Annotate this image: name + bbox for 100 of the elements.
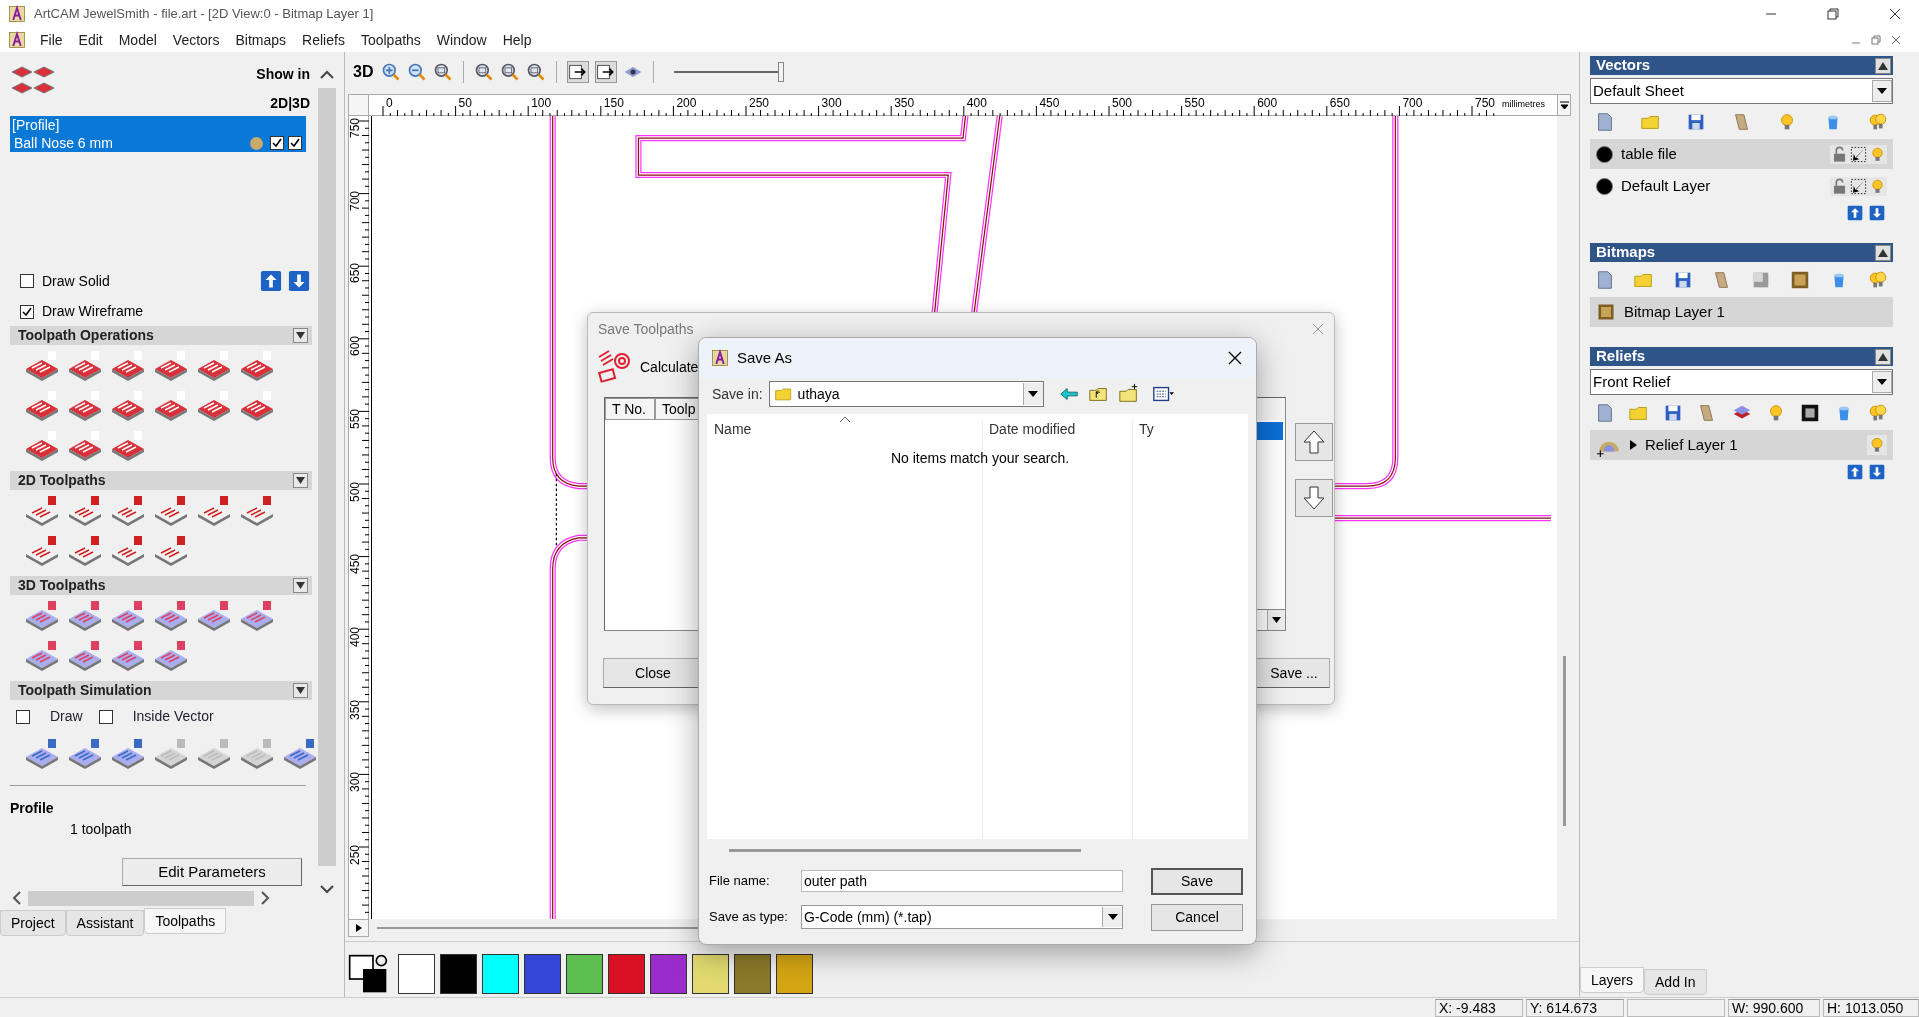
save-button[interactable]: Save (1151, 867, 1243, 895)
restore-icon[interactable] (1871, 35, 1881, 45)
move-down-icon[interactable] (1869, 205, 1885, 221)
menu-item[interactable]: Toolpaths (352, 29, 429, 51)
block-icon[interactable] (153, 534, 189, 566)
layer-item[interactable]: Default Layer (1590, 171, 1893, 201)
block-icon[interactable] (67, 599, 103, 631)
block-icon[interactable] (110, 599, 146, 631)
block-icon[interactable] (110, 349, 146, 381)
select-icon[interactable] (1849, 144, 1868, 164)
block-icon[interactable] (67, 389, 103, 421)
panel-tab[interactable]: Assistant (65, 910, 145, 936)
block-icon[interactable] (110, 639, 146, 671)
block-icon[interactable] (196, 389, 232, 421)
zoom-slider[interactable] (674, 61, 785, 83)
zoom-all-icon[interactable] (526, 62, 547, 82)
checkbox[interactable] (98, 709, 113, 724)
swap-colors-icon[interactable] (348, 953, 388, 994)
block-icon[interactable] (110, 494, 146, 526)
block-icon[interactable] (67, 639, 103, 671)
sheet-dropdown[interactable]: Front Relief (1590, 369, 1893, 395)
collapse-icon[interactable] (1875, 348, 1891, 365)
block-icon[interactable] (153, 389, 189, 421)
collapse-icon[interactable] (1875, 244, 1891, 261)
section-header[interactable]: Toolpath Operations (10, 326, 312, 345)
scrollbar-thumb[interactable] (28, 890, 254, 906)
menu-item[interactable]: Window (428, 29, 495, 51)
move-up-button[interactable] (1295, 423, 1333, 461)
collapse-icon[interactable] (293, 578, 308, 593)
color-swatch[interactable] (776, 953, 813, 994)
block-icon[interactable] (24, 599, 60, 631)
move-down-button[interactable] (1295, 479, 1333, 517)
panel-tab[interactable]: Layers (1580, 967, 1645, 993)
block-icon[interactable] (24, 639, 60, 671)
move-up-icon[interactable] (260, 270, 282, 292)
checkbox[interactable] (20, 274, 34, 288)
close-icon[interactable] (1889, 8, 1901, 20)
picture-icon[interactable] (1789, 269, 1811, 291)
block-icon[interactable] (24, 349, 60, 381)
scrollbar-thumb[interactable] (1562, 656, 1566, 826)
menu-item[interactable]: Reliefs (294, 29, 353, 51)
scrollbar-thumb[interactable] (318, 88, 336, 866)
move-up-icon[interactable] (1847, 464, 1863, 480)
block-icon[interactable] (67, 429, 103, 461)
block-icon[interactable] (67, 737, 103, 769)
color-swatch[interactable] (440, 953, 477, 994)
checkbox[interactable] (270, 136, 284, 150)
block-icon[interactable] (24, 737, 60, 769)
block-icon[interactable] (239, 389, 275, 421)
block-icon[interactable] (196, 737, 232, 769)
layer-item[interactable]: table file (1590, 139, 1893, 169)
section-header[interactable]: 2D Toolpaths (10, 471, 312, 490)
color-swatch[interactable] (734, 953, 771, 994)
section-header[interactable]: 3D Toolpaths (10, 576, 312, 595)
block-icon[interactable] (67, 534, 103, 566)
block-icon[interactable] (153, 349, 189, 381)
checkbox[interactable] (288, 136, 302, 150)
panel-header[interactable]: Reliefs (1590, 347, 1893, 366)
select-icon[interactable] (1849, 176, 1868, 196)
ruler-menu-button[interactable] (1557, 94, 1571, 116)
block-icon[interactable] (196, 599, 232, 631)
color-swatch[interactable] (398, 953, 435, 994)
zoom-out-icon[interactable] (407, 62, 428, 82)
color-swatch[interactable] (608, 953, 645, 994)
color-swatch[interactable] (566, 953, 603, 994)
expand-icon[interactable] (1630, 440, 1637, 450)
block-icon[interactable] (24, 494, 60, 526)
block-icon[interactable] (67, 349, 103, 381)
menu-item[interactable]: Model (110, 29, 165, 51)
zoom-box-icon[interactable] (500, 62, 521, 82)
layer-item[interactable]: Relief Layer 1 (1590, 430, 1893, 460)
block-icon[interactable] (239, 599, 275, 631)
color-swatch[interactable] (524, 953, 561, 994)
panel-header[interactable]: Bitmaps (1590, 243, 1893, 262)
block-icon[interactable] (239, 737, 275, 769)
cancel-button[interactable]: Cancel (1151, 903, 1243, 931)
block-icon[interactable] (239, 494, 275, 526)
block-icon[interactable] (282, 737, 318, 769)
menu-item[interactable]: Help (494, 29, 540, 51)
scroll-down-icon[interactable] (319, 884, 335, 896)
new-folder-icon[interactable] (1117, 383, 1140, 405)
collapse-icon[interactable] (293, 683, 308, 698)
panel-header[interactable]: Vectors (1590, 56, 1893, 75)
block-icon[interactable] (110, 429, 146, 461)
block-icon[interactable] (153, 599, 189, 631)
color-swatch[interactable] (650, 953, 687, 994)
layer-item[interactable]: Bitmap Layer 1 (1590, 297, 1893, 327)
edit-parameters-button[interactable]: Edit Parameters (122, 858, 302, 886)
panel-tab[interactable]: Project (0, 910, 66, 936)
close-icon[interactable] (1228, 351, 1242, 365)
column-header[interactable]: T No. (605, 398, 655, 420)
scroll-right-button[interactable] (348, 919, 369, 937)
block-icon[interactable] (24, 429, 60, 461)
menu-item[interactable]: Bitmaps (227, 29, 295, 51)
column-header[interactable]: Date modified (982, 419, 1132, 440)
file-name-field[interactable]: outer path (801, 870, 1123, 892)
block-icon[interactable] (239, 349, 275, 381)
block-icon[interactable] (196, 349, 232, 381)
scroll-right-icon[interactable] (258, 890, 272, 906)
checkbox[interactable] (20, 304, 34, 319)
